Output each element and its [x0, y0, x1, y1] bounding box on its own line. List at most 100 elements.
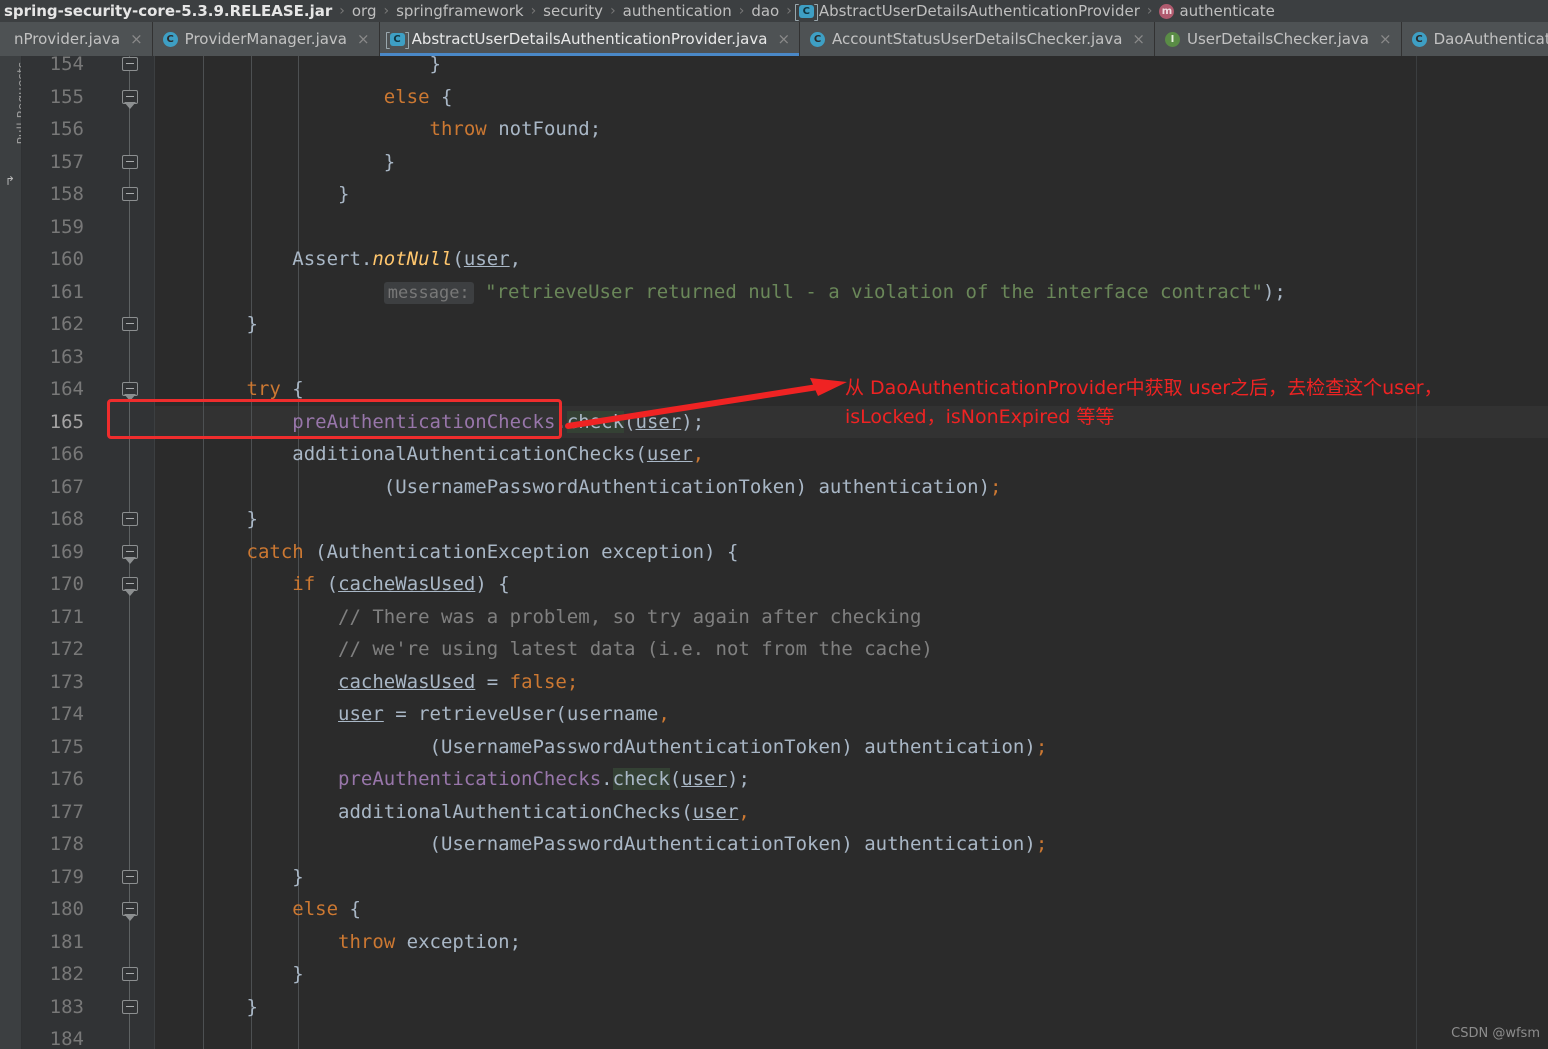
editor-gutter[interactable]: 154 155 156 157 158 159 160 161 162 163 164 165 166 1… [22, 56, 155, 1049]
close-icon[interactable]: × [357, 30, 370, 48]
breadcrumb-separator: › [339, 3, 345, 19]
breadcrumb-item-security[interactable]: security [543, 2, 603, 20]
tab-abstractuserdetailsauthenticationprovider[interactable]: C AbstractUserDetailsAuthenticationProvi… [379, 22, 801, 56]
code-line[interactable] [155, 341, 1548, 374]
abstract-class-icon: C [385, 31, 409, 49]
breadcrumb-item-class[interactable]: C AbstractUserDetailsAuthenticationProvi… [794, 2, 1140, 21]
line-number: 156 [49, 118, 84, 140]
code-line[interactable]: (UsernamePasswordAuthenticationToken) au… [155, 828, 1548, 861]
line-number: 168 [49, 508, 84, 530]
fold-marker[interactable] [122, 512, 138, 526]
code-line[interactable]: else { [155, 81, 1548, 114]
fold-marker[interactable] [122, 902, 138, 921]
code-line[interactable]: if (cacheWasUsed) { [155, 568, 1548, 601]
abstract-class-icon: C [794, 3, 818, 21]
code-line[interactable]: } [155, 991, 1548, 1024]
code-line[interactable]: user = retrieveUser(username, [155, 698, 1548, 731]
code-line[interactable]: } [155, 146, 1548, 179]
code-line[interactable]: // we're using latest data (i.e. not fro… [155, 633, 1548, 666]
code-line[interactable]: (UsernamePasswordAuthenticationToken) au… [155, 471, 1548, 504]
code-line[interactable]: catch (AuthenticationException exception… [155, 536, 1548, 569]
breadcrumb-item-authentication[interactable]: authentication [623, 2, 732, 20]
close-icon[interactable]: × [777, 30, 790, 48]
tab-label: AbstractUserDetailsAuthenticationProvide… [411, 30, 768, 48]
editor-tab-bar: nProvider.java × C ProviderManager.java … [0, 22, 1548, 56]
tool-window-button-pull-requests[interactable]: Pull Requests [15, 56, 21, 158]
fold-marker[interactable] [122, 869, 138, 884]
code-line[interactable]: else { [155, 893, 1548, 926]
tab-daoauthenticationprovider[interactable]: C DaoAuthenticationPr [1401, 22, 1548, 56]
fold-marker[interactable] [122, 382, 138, 401]
breadcrumb-item-springframework[interactable]: springframework [396, 2, 523, 20]
fold-marker[interactable] [122, 187, 138, 201]
code-line[interactable]: cacheWasUsed = false; [155, 666, 1548, 699]
code-line[interactable]: throw exception; [155, 926, 1548, 959]
code-line[interactable]: additionalAuthenticationChecks(user, [155, 438, 1548, 471]
line-number: 166 [49, 443, 84, 465]
line-number: 161 [49, 280, 84, 303]
line-number: 184 [49, 1028, 84, 1049]
fold-marker[interactable] [122, 154, 138, 169]
breadcrumb-label: security [543, 2, 604, 20]
code-line[interactable] [155, 211, 1548, 244]
code-line[interactable]: } [155, 178, 1548, 211]
breadcrumb-separator: › [530, 3, 537, 19]
tab-label: DaoAuthenticationPr [1433, 30, 1548, 48]
code-line[interactable]: Assert.notNull(user, [155, 243, 1548, 276]
breadcrumb-label: spring-security-core-5.3.9.RELEASE.jar [4, 2, 333, 20]
code-line[interactable]: } [155, 56, 1548, 81]
tab-providermanager[interactable]: C ProviderManager.java × [152, 22, 380, 56]
line-number: 167 [49, 475, 84, 498]
code-line[interactable]: message: "retrieveUser returned null - a… [155, 276, 1548, 309]
tab-accountstatususerdetailschecker[interactable]: C AccountStatusUserDetailsChecker.java × [800, 22, 1155, 56]
line-number: 179 [49, 865, 84, 888]
fold-marker[interactable] [122, 57, 138, 71]
breadcrumb-label: authentication [622, 2, 732, 20]
line-number: 174 [49, 703, 84, 725]
breadcrumb-item-jar[interactable]: spring-security-core-5.3.9.RELEASE.jar [4, 2, 332, 20]
tab-nprovider[interactable]: nProvider.java × [0, 22, 153, 56]
breadcrumb-separator: › [610, 3, 616, 19]
right-margin-line [1416, 56, 1417, 1049]
breadcrumb-item-method[interactable]: m authenticate [1159, 2, 1275, 20]
fold-marker[interactable] [122, 577, 138, 596]
line-number: 180 [49, 898, 84, 920]
fold-marker[interactable] [122, 544, 138, 564]
code-line[interactable]: // There was a problem, so try again aft… [155, 601, 1548, 634]
code-line[interactable] [155, 1023, 1548, 1049]
fold-marker[interactable] [122, 317, 138, 331]
fold-marker[interactable] [122, 999, 138, 1014]
close-icon[interactable]: × [1132, 30, 1145, 48]
breadcrumb: spring-security-core-5.3.9.RELEASE.jar ›… [0, 0, 1548, 22]
code-line[interactable]: } [155, 308, 1548, 341]
tab-userdetailschecker[interactable]: I UserDetailsChecker.java × [1154, 22, 1402, 56]
close-icon[interactable]: × [130, 30, 143, 48]
close-icon[interactable]: × [1379, 30, 1392, 48]
breadcrumb-label: AbstractUserDetailsAuthenticationProvide… [818, 2, 1140, 20]
watermark: CSDN @wfsm [1451, 1026, 1540, 1041]
line-number: 176 [49, 768, 84, 790]
code-line[interactable]: additionalAuthenticationChecks(user, [155, 796, 1548, 829]
code-text-area[interactable]: } else { throw notFound; } } Assert.notN… [155, 56, 1548, 1049]
code-line[interactable]: } [155, 958, 1548, 991]
fold-marker[interactable] [122, 967, 138, 981]
class-icon: C [810, 31, 826, 47]
code-line[interactable]: throw notFound; [155, 113, 1548, 146]
line-number: 175 [49, 735, 84, 758]
breadcrumb-item-dao[interactable]: dao [751, 2, 779, 20]
code-line[interactable]: } [155, 503, 1548, 536]
breadcrumb-item-org[interactable]: org [352, 2, 377, 20]
line-number: 160 [49, 248, 84, 270]
line-number: 173 [49, 670, 84, 693]
fold-marker[interactable] [122, 89, 138, 109]
tab-label: UserDetailsChecker.java [1186, 30, 1369, 48]
breadcrumb-separator: › [738, 3, 745, 19]
code-line[interactable]: preAuthenticationChecks.check(user); [155, 763, 1548, 796]
code-editor[interactable]: 154 155 156 157 158 159 160 161 162 163 164 165 166 1… [22, 56, 1548, 1049]
code-line[interactable]: } [155, 861, 1548, 894]
breadcrumb-separator: › [1146, 3, 1153, 19]
breadcrumb-label: springframework [396, 2, 524, 20]
breadcrumb-label: dao [751, 2, 780, 20]
line-number: 182 [49, 963, 84, 985]
code-line[interactable]: (UsernamePasswordAuthenticationToken) au… [155, 731, 1548, 764]
